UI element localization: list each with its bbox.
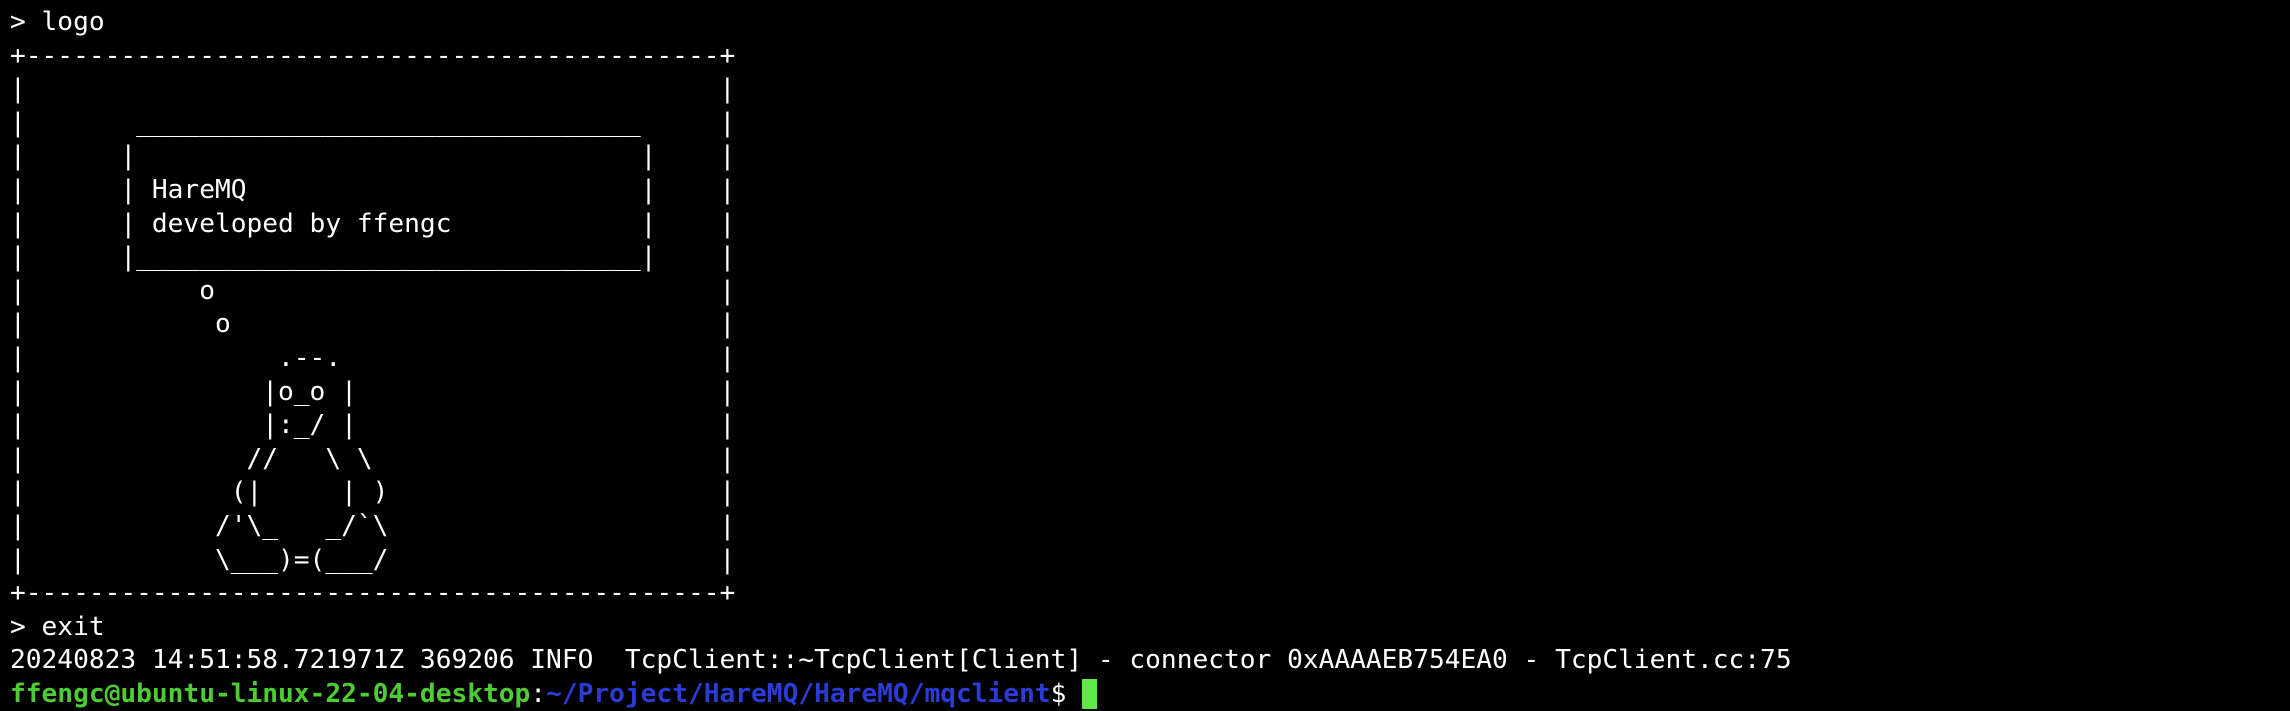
ascii-art-line: | |:_/ | | [10, 410, 736, 441]
ascii-art-line: | // \ \ | [10, 443, 736, 474]
command-line-logo: > logo [10, 7, 105, 37]
ascii-art-line: | o | [10, 309, 736, 340]
terminal-output: > logo +--------------------------------… [10, 6, 2290, 678]
ascii-art-line: | |________________________________| | [10, 242, 736, 273]
prompt-symbol: $ [1050, 678, 1067, 709]
ascii-art-line: +---------------------------------------… [10, 578, 736, 609]
shell-prompt[interactable]: ffengc@ubuntu-linux-22-04-desktop:~/Proj… [10, 678, 2290, 711]
prompt-path: ~/Project/HareMQ/HareMQ/mqclient [546, 678, 1051, 709]
prompt-user-host: ffengc@ubuntu-linux-22-04-desktop [10, 678, 531, 709]
log-line: 20240823 14:51:58.721971Z 369206 INFO Tc… [10, 645, 1792, 676]
ascii-art-line: | ________________________________ | [10, 107, 736, 138]
text-cursor[interactable] [1082, 678, 1098, 709]
ascii-art-line: | | | | [10, 141, 736, 172]
ascii-art-line: | .--. | [10, 342, 736, 373]
ascii-art-line: | | [10, 74, 736, 105]
prompt-separator: : [530, 678, 547, 709]
ascii-art-line: | |o_o | | [10, 376, 736, 407]
terminal-window[interactable]: > logo +--------------------------------… [0, 0, 2290, 709]
ascii-art-line: | /'\_ _/`\ | [10, 510, 736, 541]
command-line-exit: > exit [10, 611, 105, 642]
ascii-art-line: | \___)=(___/ | [10, 544, 736, 575]
ascii-art-line: | o | [10, 275, 736, 306]
ascii-art-line: +---------------------------------------… [10, 40, 736, 71]
ascii-art-line: | (| | ) | [10, 477, 736, 508]
ascii-art-line: | | developed by ffengc | | [10, 208, 736, 239]
ascii-art-line: | | HareMQ | | [10, 174, 736, 205]
